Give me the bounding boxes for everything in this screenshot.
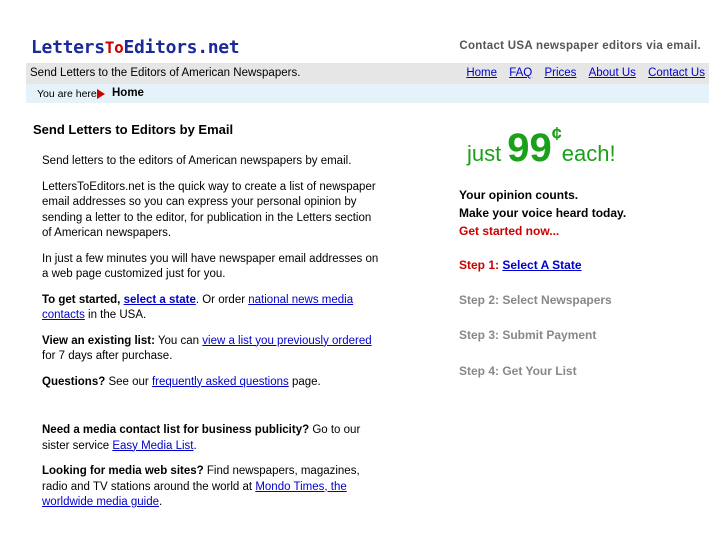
price-cent: ¢ xyxy=(551,124,562,144)
description-paragraph: LettersToEditors.net is the quick way to… xyxy=(42,180,376,240)
step-2: Step 2: Select Newspapers xyxy=(459,293,612,307)
pitch-line-3: Get started now... xyxy=(459,224,560,238)
breadcrumb-prefix: You are here xyxy=(37,88,97,100)
get-started-paragraph: To get started, select a state. Or order… xyxy=(42,293,354,322)
nav-link-prices[interactable]: Prices xyxy=(544,67,576,79)
media-sites-label: Looking for media web sites? xyxy=(42,465,204,477)
media-list-label: Need a media contact list for business p… xyxy=(42,424,310,436)
get-started-label: To get started, xyxy=(42,293,121,306)
step-1-label: Step 1: xyxy=(459,258,500,272)
breadcrumb: You are here Home xyxy=(26,84,709,103)
minutes-paragraph: In just a few minutes you will have news… xyxy=(42,252,379,281)
logo-text-editors: Editors.net xyxy=(123,37,240,58)
logo-text-to: To xyxy=(104,38,124,57)
price-each: each! xyxy=(561,141,616,166)
nav-link-contact[interactable]: Contact Us xyxy=(648,67,705,79)
nav-link-about[interactable]: About Us xyxy=(589,67,636,79)
main-content: Send letters to the editors of American … xyxy=(42,154,382,521)
site-header: LettersToEditors.net Contact USA newspap… xyxy=(0,0,727,62)
media-sites-paragraph: Looking for media web sites? Find newspa… xyxy=(42,465,360,508)
breadcrumb-current: Home xyxy=(112,87,144,99)
step-1: Step 1: Select A State xyxy=(459,258,582,272)
questions-label: Questions? xyxy=(42,375,106,388)
site-logo[interactable]: LettersToEditors.net xyxy=(31,37,240,58)
breadcrumb-arrow-icon xyxy=(97,89,105,99)
nav-links: Home FAQ Prices About Us Contact Us xyxy=(457,67,705,79)
select-state-step-link[interactable]: Select A State xyxy=(502,258,581,272)
step-3: Step 3: Submit Payment xyxy=(459,328,597,342)
questions-paragraph: Questions? See our frequently asked ques… xyxy=(42,375,321,388)
site-tagline: Contact USA newspaper editors via email. xyxy=(459,40,701,52)
price-just: just xyxy=(467,141,502,166)
price-number: 99 xyxy=(507,126,552,170)
view-list-link[interactable]: view a list you previously ordered xyxy=(202,335,371,347)
nav-link-home[interactable]: Home xyxy=(466,67,497,79)
faq-link[interactable]: frequently asked questions xyxy=(152,376,289,388)
page-title: Send Letters to Editors by Email xyxy=(33,122,234,137)
pitch-line-1: Your opinion counts. xyxy=(459,188,579,202)
logo-text-letters: Letters xyxy=(31,37,105,58)
price-banner: just 99¢each! xyxy=(467,124,616,171)
nav-bar: Send Letters to the Editors of American … xyxy=(26,63,709,84)
select-state-link[interactable]: select a state xyxy=(124,294,196,306)
intro-paragraph: Send letters to the editors of American … xyxy=(42,155,352,167)
nav-link-faq[interactable]: FAQ xyxy=(509,67,532,79)
media-list-paragraph: Need a media contact list for business p… xyxy=(42,424,361,452)
step-4: Step 4: Get Your List xyxy=(459,364,577,378)
existing-list-paragraph: View an existing list: You can view a li… xyxy=(42,334,372,363)
nav-description: Send Letters to the Editors of American … xyxy=(30,67,301,79)
easy-media-list-link[interactable]: Easy Media List xyxy=(112,440,193,452)
existing-list-label: View an existing list: xyxy=(42,334,155,347)
sidebar-pitch: Your opinion counts. Make your voice hea… xyxy=(459,186,626,240)
pitch-line-2: Make your voice heard today. xyxy=(459,206,627,220)
